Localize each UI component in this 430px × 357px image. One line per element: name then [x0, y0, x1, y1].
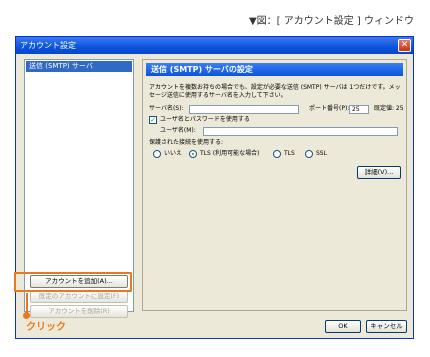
username-label: ユーザ名(M): — [160, 127, 196, 134]
click-annotation: クリック — [26, 322, 66, 333]
radio-tls-if-available[interactable] — [189, 150, 197, 158]
radio-tls-label: TLS — [284, 150, 295, 157]
use-auth-label: ユーザ名とパスワードを使用する — [160, 116, 250, 123]
server-name-label: サーバ名(S): — [149, 105, 184, 112]
ok-button[interactable]: OK — [325, 320, 361, 333]
list-item-smtp-server[interactable]: 送信 (SMTP) サーバ — [26, 61, 132, 72]
account-settings-window: アカウント設定 ✕ 送信 (SMTP) サーバ アカウントを追加(A)... 既… — [15, 36, 414, 339]
radio-no[interactable] — [153, 150, 161, 158]
cancel-button[interactable]: キャンセル — [366, 320, 407, 333]
radio-ssl[interactable] — [305, 150, 313, 158]
advanced-button[interactable]: 詳細(V)... — [357, 166, 401, 179]
username-input[interactable] — [203, 127, 398, 136]
title-bar[interactable]: アカウント設定 ✕ — [16, 37, 413, 54]
smtp-settings-panel: 送信 (SMTP) サーバの設定 アカウントを複数お持ちの場合でも、設定が必要な… — [142, 59, 407, 311]
server-name-input[interactable] — [189, 105, 299, 114]
port-label: ポート番号(P): — [309, 105, 350, 112]
port-default-label: 既定値: 25 — [374, 105, 404, 112]
list-item-label: 送信 (SMTP) サーバ — [29, 62, 93, 70]
figure-caption: ▼図：[ アカウント設定 ] ウィンドウ — [248, 16, 414, 27]
secure-connection-label: 保護された接続を使用する: — [149, 139, 224, 146]
close-icon[interactable]: ✕ — [398, 39, 411, 52]
use-auth-checkbox[interactable]: ✓ — [149, 116, 157, 124]
window-title: アカウント設定 — [20, 41, 76, 50]
port-input[interactable]: 25 — [349, 105, 369, 114]
panel-description: アカウントを複数お持ちの場合でも、設定が必要な送信 (SMTP) サーバは 1つ… — [149, 84, 401, 99]
radio-no-label: いいえ — [164, 150, 183, 157]
panel-header: 送信 (SMTP) サーバの設定 — [146, 63, 403, 76]
add-account-highlight — [14, 272, 132, 292]
radio-ssl-label: SSL — [316, 150, 327, 157]
delete-account-button[interactable]: アカウントを削除(R) — [30, 305, 128, 318]
radio-tls-if-available-label: TLS (利用可能な場合) — [200, 150, 260, 157]
radio-tls[interactable] — [273, 150, 281, 158]
